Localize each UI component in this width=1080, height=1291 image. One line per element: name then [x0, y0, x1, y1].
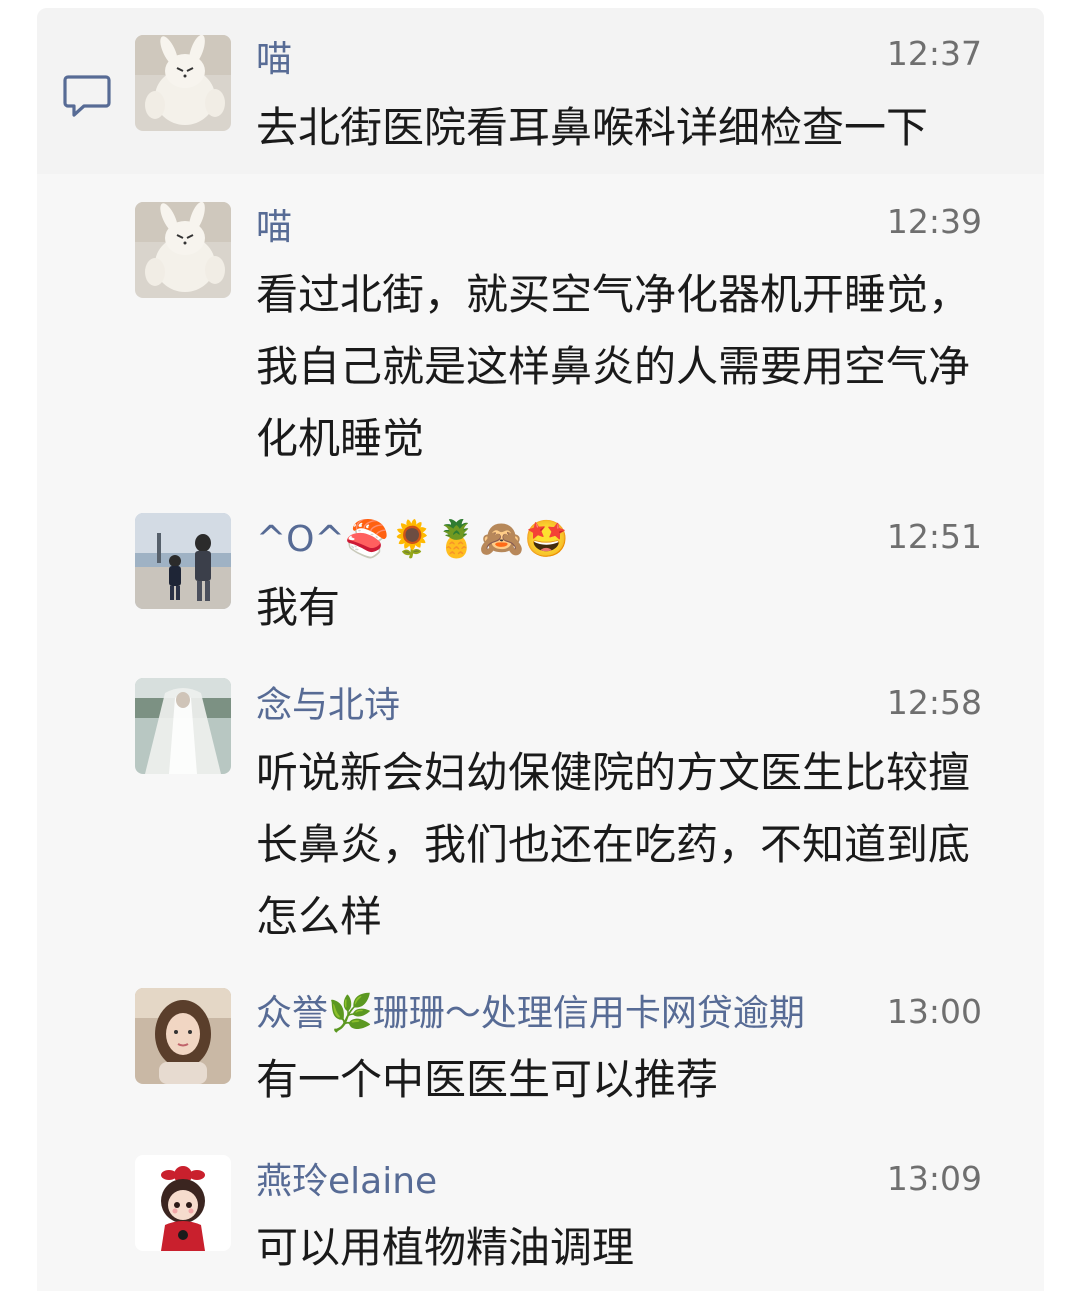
sender-name[interactable]: 众誉🌿珊珊～处理信用卡网贷逾期 [256, 992, 805, 1036]
comment-time: 12:58 [886, 683, 982, 722]
plush-bunny-avatar[interactable] [135, 35, 231, 131]
comment-time: 13:00 [886, 992, 982, 1031]
comment-time: 12:51 [886, 517, 982, 556]
comment-text: 去北街医院看耳鼻喉科详细检查一下 [256, 103, 929, 152]
seaside-family-photo-avatar[interactable] [135, 513, 231, 609]
comment-text: 可以用植物精油调理 [256, 1223, 635, 1272]
woman-portrait-avatar[interactable] [135, 988, 231, 1084]
comment-item[interactable]: 众誉🌿珊珊～处理信用卡网贷逾期 13:00 有一个中医医生可以推荐 [37, 978, 1044, 1128]
comment-item[interactable]: ^O^🍣🌻🍍🙈🤩 12:51 我有 [37, 494, 1044, 660]
comment-item[interactable]: 念与北诗 12:58 听说新会妇幼保健院的方文医生比较擅长鼻炎，我们也还在吃药，… [37, 660, 1044, 978]
comment-time: 12:37 [886, 34, 982, 73]
sender-name[interactable]: ^O^🍣🌻🍍🙈🤩 [256, 518, 569, 562]
comment-item[interactable]: 燕玲elaine 13:09 可以用植物精油调理 [37, 1128, 1044, 1291]
sender-name[interactable]: 喵 [256, 38, 292, 82]
sender-name[interactable]: 念与北诗 [256, 684, 400, 728]
comment-list-panel: 喵 12:37 去北街医院看耳鼻喉科详细检查一下 喵 12:39 看过北街，就买… [37, 8, 1044, 1291]
comment-time: 13:09 [886, 1159, 982, 1198]
plush-bunny-avatar[interactable] [135, 202, 231, 298]
comment-time: 12:39 [886, 202, 982, 241]
sender-name[interactable]: 喵 [256, 206, 292, 250]
cartoon-girl-avatar[interactable] [135, 1155, 231, 1251]
comment-text: 有一个中医医生可以推荐 [256, 1055, 719, 1104]
comment-text: 听说新会妇幼保健院的方文医生比较擅长鼻炎，我们也还在吃药，不知道到底怎么样 [256, 748, 971, 941]
comment-text: 看过北街，就买空气净化器机开睡觉，我自己就是这样鼻炎的人需要用空气净化机睡觉 [256, 270, 971, 463]
sender-name[interactable]: 燕玲elaine [256, 1160, 437, 1204]
comment-item[interactable]: 喵 12:37 去北街医院看耳鼻喉科详细检查一下 [37, 8, 1044, 174]
bridal-veil-avatar[interactable] [135, 678, 231, 774]
comment-item[interactable]: 喵 12:39 看过北街，就买空气净化器机开睡觉，我自己就是这样鼻炎的人需要用空… [37, 174, 1044, 494]
comment-text: 我有 [256, 583, 341, 632]
